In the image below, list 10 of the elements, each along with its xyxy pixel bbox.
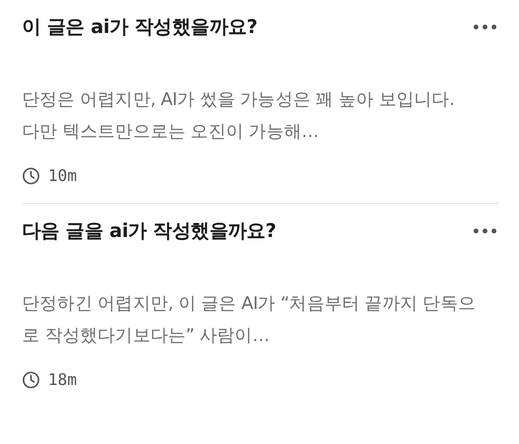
more-icon[interactable] xyxy=(473,228,497,234)
conversation-title: 이 글은 ai가 작성했을까요? xyxy=(22,15,258,40)
conversation-preview: 단정은 어렵지만, AI가 썼을 가능성은 꽤 높아 보입니다. 다만 텍스트만으로는 오진이 가능해… xyxy=(22,89,456,144)
conversation-preview: 단정하긴 어렵지만, 이 글은 AI가 “처음부터 끝까지 단독으로 작성했다기보다는” 사람이… xyxy=(22,293,477,348)
conversation-title: 다음 글을 ai가 작성했을까요? xyxy=(22,219,276,244)
clock-icon xyxy=(22,166,40,184)
timestamp: 18m xyxy=(48,370,77,389)
more-icon[interactable] xyxy=(473,24,497,30)
timestamp: 10m xyxy=(48,166,77,185)
clock-icon xyxy=(22,370,40,388)
